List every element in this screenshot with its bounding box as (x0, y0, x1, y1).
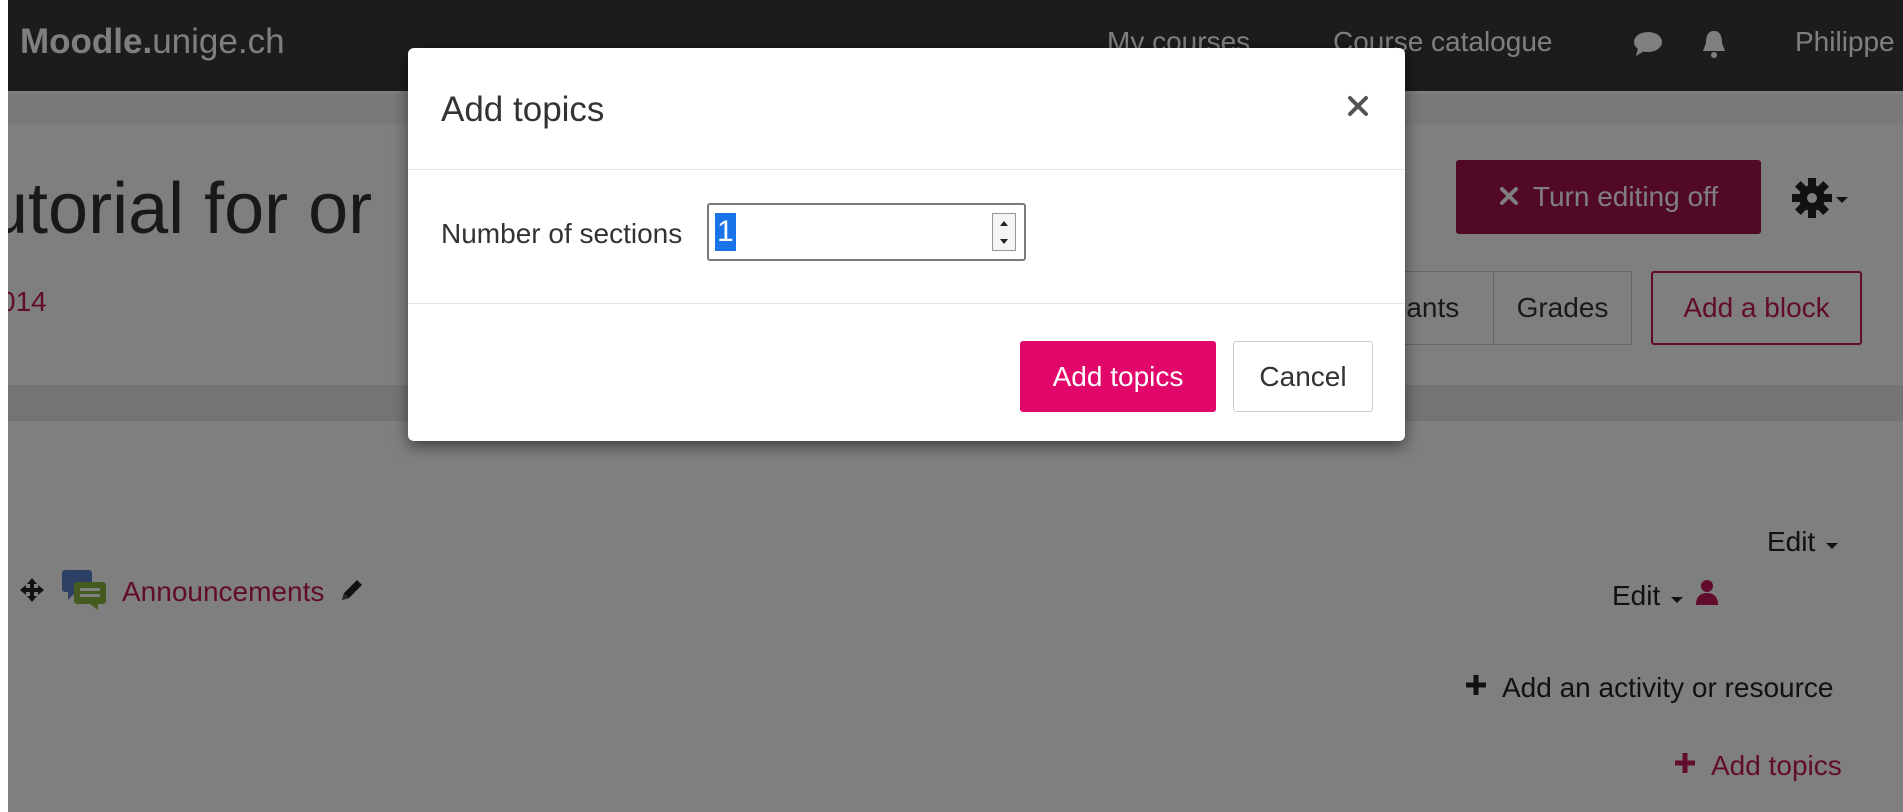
modal-header: Add topics (408, 48, 1405, 170)
moodle-course-page: Moodle.unige.ch My courses Course catalo… (0, 0, 1903, 812)
add-topics-submit-button[interactable]: Add topics (1020, 341, 1216, 412)
number-spinner[interactable] (992, 213, 1016, 251)
close-icon (1347, 95, 1369, 121)
spin-up-icon[interactable] (993, 214, 1015, 232)
add-topics-dialog: Add topics Number of sections 1 Add topi… (408, 48, 1405, 441)
window-left-edge (0, 0, 8, 812)
cancel-button[interactable]: Cancel (1233, 341, 1373, 412)
modal-title: Add topics (441, 90, 605, 129)
number-of-sections-input[interactable]: 1 (707, 203, 1026, 261)
spin-down-icon[interactable] (993, 232, 1015, 250)
modal-body: Number of sections 1 (408, 170, 1405, 304)
number-of-sections-value: 1 (715, 213, 736, 251)
number-of-sections-label: Number of sections (441, 218, 683, 249)
modal-footer: Add topics Cancel (408, 304, 1405, 441)
modal-close-button[interactable] (1338, 88, 1378, 128)
